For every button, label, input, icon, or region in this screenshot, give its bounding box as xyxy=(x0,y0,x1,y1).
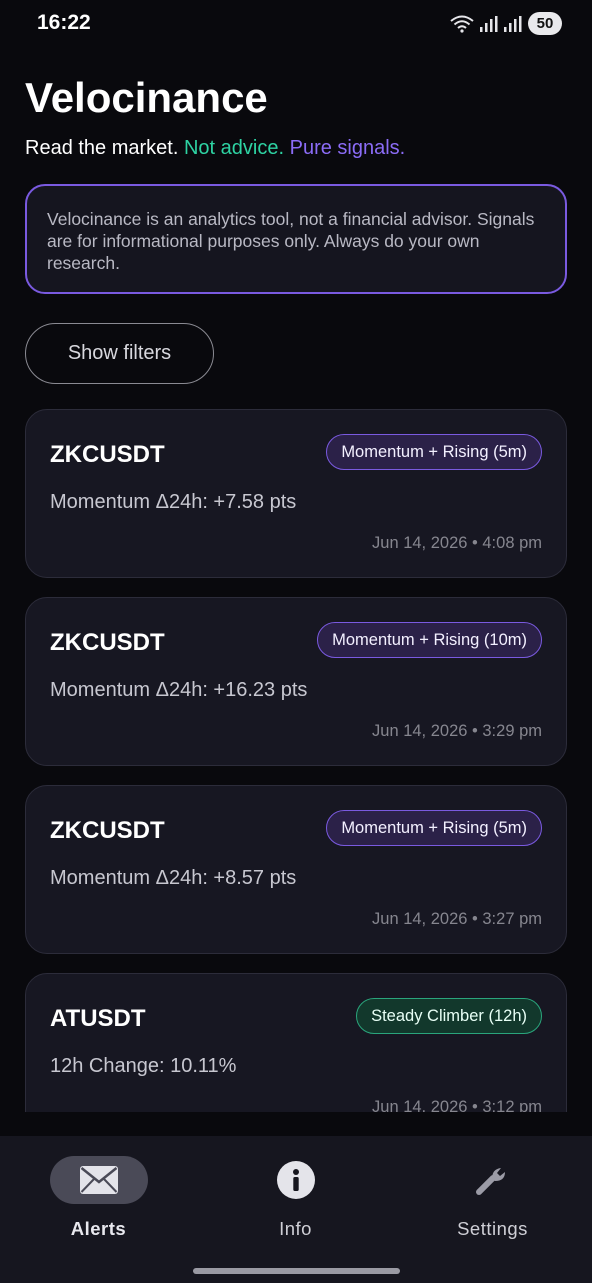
alert-card[interactable]: ZKCUSDT Momentum + Rising (10m) Momentum… xyxy=(25,597,567,766)
nav-item-alerts[interactable]: Alerts xyxy=(0,1156,197,1256)
alert-card[interactable]: ATUSDT Steady Climber (12h) 12h Change: … xyxy=(25,973,567,1112)
tagline-pure-signals: Pure signals. xyxy=(289,137,406,159)
nav-active-indicator xyxy=(49,1156,148,1204)
alert-timestamp: Jun 14, 2026 • 3:12 pm xyxy=(372,1098,542,1112)
nav-item-info[interactable]: Info xyxy=(197,1156,394,1256)
alert-metric: 12h Change: 10.11% xyxy=(50,1055,237,1077)
show-filters-button[interactable]: Show filters xyxy=(25,323,214,384)
alert-badge: Momentum + Rising (5m) xyxy=(326,810,542,846)
alert-card[interactable]: ZKCUSDT Momentum + Rising (5m) Momentum … xyxy=(25,785,567,954)
bottom-nav: Alerts Info Settings xyxy=(0,1136,592,1283)
alert-metric: Momentum Δ24h: +8.57 pts xyxy=(50,867,297,889)
envelope-icon xyxy=(79,1166,118,1194)
nav-label-settings: Settings xyxy=(457,1218,528,1239)
status-bar: 16:22 50 xyxy=(0,0,592,48)
home-indicator xyxy=(193,1268,400,1274)
alert-metric: Momentum Δ24h: +16.23 pts xyxy=(50,679,308,701)
alert-timestamp: Jun 14, 2026 • 4:08 pm xyxy=(372,534,542,552)
alert-symbol: ZKCUSDT xyxy=(50,817,165,844)
tagline: Read the market. Not advice. Pure signal… xyxy=(25,137,405,160)
signal-icon xyxy=(480,15,498,32)
alert-timestamp: Jun 14, 2026 • 3:27 pm xyxy=(372,910,542,928)
status-time: 16:22 xyxy=(37,11,91,34)
alert-badge: Momentum + Rising (5m) xyxy=(326,434,542,470)
nav-item-settings[interactable]: Settings xyxy=(394,1156,591,1256)
signal-icon xyxy=(504,15,522,32)
tagline-prefix: Read the market. xyxy=(25,137,179,159)
alerts-list[interactable]: ZKCUSDT Momentum + Rising (5m) Momentum … xyxy=(0,400,592,1112)
alert-card[interactable]: ZKCUSDT Momentum + Rising (5m) Momentum … xyxy=(25,409,567,578)
wrench-icon xyxy=(475,1168,505,1195)
alert-badge: Steady Climber (12h) xyxy=(356,998,542,1034)
battery-indicator: 50 xyxy=(528,12,562,35)
alert-badge: Momentum + Rising (10m) xyxy=(317,622,542,658)
alert-timestamp: Jun 14, 2026 • 3:29 pm xyxy=(372,722,542,740)
disclaimer-box: Velocinance is an analytics tool, not a … xyxy=(25,184,567,294)
info-icon xyxy=(276,1161,315,1199)
status-icons: 50 xyxy=(450,12,562,35)
app-title: Velocinance xyxy=(25,74,268,121)
alert-symbol: ZKCUSDT xyxy=(50,441,165,468)
alert-symbol: ATUSDT xyxy=(50,1005,146,1032)
nav-label-alerts: Alerts xyxy=(70,1218,127,1239)
alert-symbol: ZKCUSDT xyxy=(50,629,165,656)
alert-metric: Momentum Δ24h: +7.58 pts xyxy=(50,491,297,513)
tagline-not-advice: Not advice. xyxy=(183,137,285,159)
wifi-icon xyxy=(450,15,474,33)
nav-label-info: Info xyxy=(279,1218,312,1239)
